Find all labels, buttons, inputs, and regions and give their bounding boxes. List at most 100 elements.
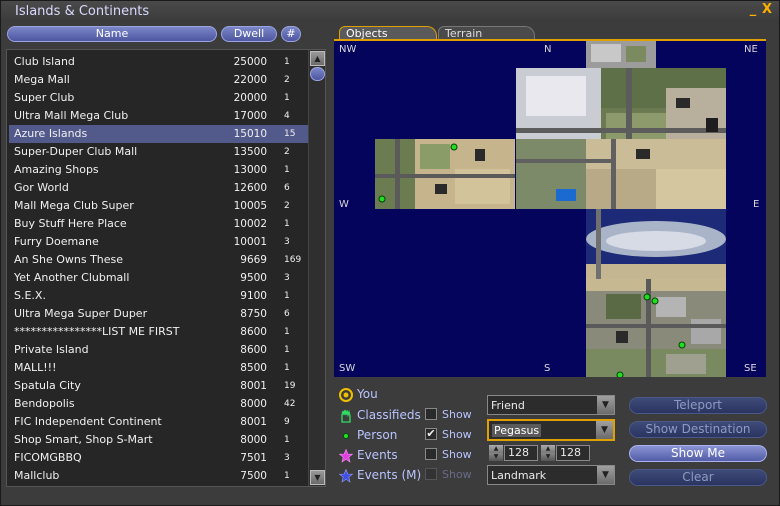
coord-y-spinner[interactable]: ▲ ▼ 128 [541, 445, 591, 461]
row-dwell: 9500 [240, 272, 267, 284]
table-row[interactable]: Amazing Shops 13000 1 [9, 161, 308, 179]
show-me-button[interactable]: Show Me [629, 445, 767, 462]
row-name: Azure Islands [14, 127, 88, 140]
show-events-mature-label: Show [442, 468, 472, 481]
show-classifieds-checkbox[interactable] [425, 408, 437, 420]
row-name: Ultra Mall Mega Club [14, 109, 129, 122]
landmark-combo[interactable]: Landmark ▼ [487, 465, 615, 485]
count-column-header[interactable]: # [281, 26, 301, 42]
clear-button[interactable]: Clear [629, 469, 767, 486]
minimize-icon[interactable]: _ [747, 2, 759, 17]
row-count: 1 [284, 291, 290, 301]
table-row[interactable]: Furry Doemane 10001 3 [9, 233, 308, 251]
table-row[interactable]: Mall Mega Club Super 10005 2 [9, 197, 308, 215]
table-row[interactable]: Mega Mall 22000 2 [9, 71, 308, 89]
name-column-header[interactable]: Name [7, 26, 217, 42]
compass-nw: NW [339, 44, 357, 55]
avatar-combo[interactable]: Pegasus ▼ [487, 419, 615, 441]
chevron-down-icon[interactable]: ▼ [597, 396, 614, 414]
table-row[interactable]: ****************LIST ME FIRST 8600 1 [9, 323, 308, 341]
person-marker[interactable] [450, 143, 458, 151]
table-row[interactable]: An She Owns These 9669 169 [9, 251, 308, 269]
row-count: 1 [284, 345, 290, 355]
row-count: 169 [284, 255, 302, 265]
row-name: Spatula City [14, 379, 81, 392]
title-bar[interactable]: Islands & Continents _ X [1, 1, 779, 23]
row-dwell: 12600 [233, 182, 267, 194]
map-tile-southeast [586, 279, 726, 349]
row-dwell: 8001 [240, 380, 267, 392]
table-row[interactable]: Bendopolis 8000 42 [9, 395, 308, 413]
compass-n: N [544, 44, 552, 55]
row-count: 1 [284, 471, 290, 481]
row-count: 2 [284, 147, 290, 157]
compass-sw: SW [339, 363, 356, 374]
table-row[interactable]: Club Island 25000 1 [9, 53, 308, 71]
table-row[interactable]: S.E.X. 9100 1 [9, 287, 308, 305]
table-row[interactable]: Ultra Mall Mega Club 17000 4 [9, 107, 308, 125]
person-marker[interactable] [651, 297, 659, 305]
row-name: Super-Duper Club Mall [14, 145, 138, 158]
person-marker[interactable] [378, 195, 386, 203]
row-dwell: 8750 [240, 308, 267, 320]
row-count: 42 [284, 399, 296, 409]
row-count: 1 [284, 93, 290, 103]
row-count: 1 [284, 363, 290, 373]
row-count: 3 [284, 273, 290, 283]
coord-x-field[interactable]: 128 [504, 445, 538, 461]
friend-combo[interactable]: Friend ▼ [487, 395, 615, 415]
show-events-mature-checkbox[interactable] [425, 468, 437, 480]
landmark-combo-value: Landmark [491, 469, 547, 482]
spinner-up-icon[interactable]: ▲ [489, 445, 503, 453]
row-dwell: 9100 [240, 290, 267, 302]
spinner-up-icon[interactable]: ▲ [541, 445, 555, 453]
region-list[interactable]: Club Island 25000 1 Mega Mall 22000 2 Super Cl… [6, 49, 326, 487]
row-count: 15 [284, 129, 296, 139]
dwell-column-header[interactable]: Dwell [221, 26, 277, 42]
show-person-checkbox[interactable]: ✔ [425, 428, 437, 440]
table-row[interactable]: Gor World 12600 6 [9, 179, 308, 197]
table-row[interactable]: Super Club 20000 1 [9, 89, 308, 107]
legend-events-mature-label: Events (M) [357, 468, 422, 482]
region-list-rows: Club Island 25000 1 Mega Mall 22000 2 Super Cl… [7, 50, 308, 486]
spinner-down-icon[interactable]: ▼ [541, 453, 555, 461]
map-tile-top-strip [586, 41, 656, 68]
table-row[interactable]: FIC Independent Continent 8001 9 [9, 413, 308, 431]
scroll-up-icon[interactable]: ▲ [310, 51, 325, 66]
table-row[interactable]: Azure Islands 15010 15 [9, 125, 308, 143]
row-name: Gor World [14, 181, 69, 194]
scroll-down-icon[interactable]: ▼ [310, 470, 325, 485]
table-row[interactable]: Spatula City 8001 19 [9, 377, 308, 395]
show-events-checkbox[interactable] [425, 448, 437, 460]
coord-x-spinner[interactable]: ▲ ▼ 128 [489, 445, 539, 461]
table-row[interactable]: Private Island 8600 1 [9, 341, 308, 359]
person-marker[interactable] [678, 341, 686, 349]
table-row[interactable]: FICOMGBBQ 7501 3 [9, 449, 308, 467]
person-marker[interactable] [643, 293, 651, 301]
chevron-down-icon[interactable]: ▼ [597, 466, 614, 484]
table-row[interactable]: Ultra Mega Super Duper 8750 6 [9, 305, 308, 323]
show-person-label: Show [442, 428, 472, 441]
row-count: 6 [284, 309, 290, 319]
chevron-down-icon[interactable]: ▼ [596, 421, 613, 439]
row-name: FIC Independent Continent [14, 415, 162, 428]
table-row[interactable]: Buy Stuff Here Place 10002 1 [9, 215, 308, 233]
row-name: Private Island [14, 343, 89, 356]
person-marker[interactable] [616, 371, 624, 377]
coord-y-field[interactable]: 128 [556, 445, 590, 461]
table-row[interactable]: Super-Duper Club Mall 13500 2 [9, 143, 308, 161]
teleport-button[interactable]: Teleport [629, 397, 767, 414]
show-destination-button[interactable]: Show Destination [629, 421, 767, 438]
close-icon[interactable]: X [760, 2, 774, 17]
map-tile-west [375, 139, 515, 209]
spinner-down-icon[interactable]: ▼ [489, 453, 503, 461]
list-scrollbar[interactable]: ▲ ▼ [308, 50, 325, 486]
table-row[interactable]: Shop Smart, Shop S-Mart 8000 1 [9, 431, 308, 449]
table-row[interactable]: Mallclub 7500 1 [9, 467, 308, 485]
row-count: 9 [284, 417, 290, 427]
scroll-thumb[interactable] [310, 67, 325, 81]
table-row[interactable]: Yet Another Clubmall 9500 3 [9, 269, 308, 287]
world-map[interactable]: NW N NE W E SW S SE [334, 41, 766, 377]
table-row[interactable]: MALL!!! 8500 1 [9, 359, 308, 377]
row-name: ****************LIST ME FIRST [14, 325, 180, 338]
